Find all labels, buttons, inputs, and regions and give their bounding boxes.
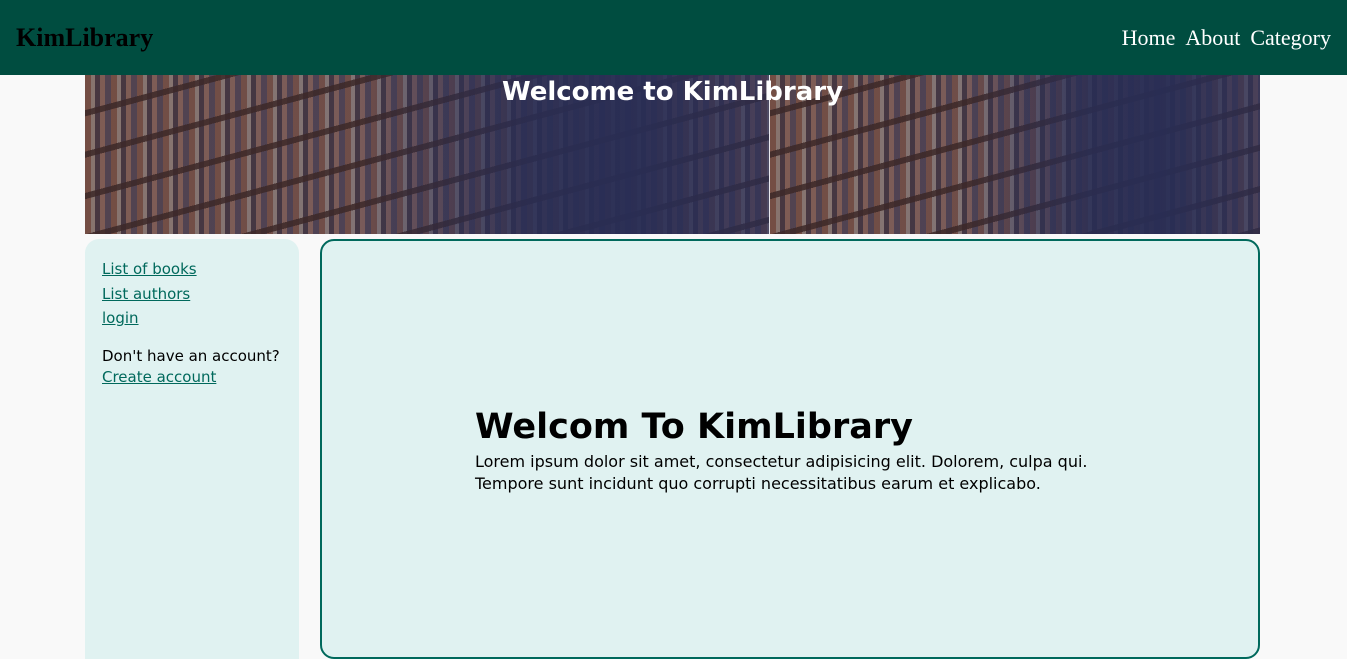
nav-category-link[interactable]: Category [1250, 25, 1331, 51]
nav-home-link[interactable]: Home [1122, 25, 1176, 51]
create-account-link[interactable]: Create account [102, 367, 282, 388]
sidebar: List of books List authors login Don't h… [85, 239, 299, 659]
main-content: Welcom To KimLibrary Lorem ipsum dolor s… [320, 239, 1260, 659]
list-authors-link[interactable]: List authors [102, 282, 282, 307]
welcome-paragraph: Lorem ipsum dolor sit amet, consectetur … [475, 452, 1088, 493]
login-link[interactable]: login [102, 306, 282, 331]
main-nav: Home About Category [1122, 25, 1331, 51]
brand-logo[interactable]: KimLibrary [16, 23, 153, 53]
top-navbar: KimLibrary Home About Category [0, 0, 1347, 75]
hero-title: Welcome to KimLibrary [501, 77, 844, 107]
welcome-heading: Welcom To KimLibrary [475, 407, 913, 447]
list-of-books-link[interactable]: List of books [102, 257, 282, 282]
account-prompt: Don't have an account? [102, 346, 280, 365]
hero-banner: Welcome to KimLibrary [85, 75, 1260, 234]
nav-about-link[interactable]: About [1185, 25, 1240, 51]
